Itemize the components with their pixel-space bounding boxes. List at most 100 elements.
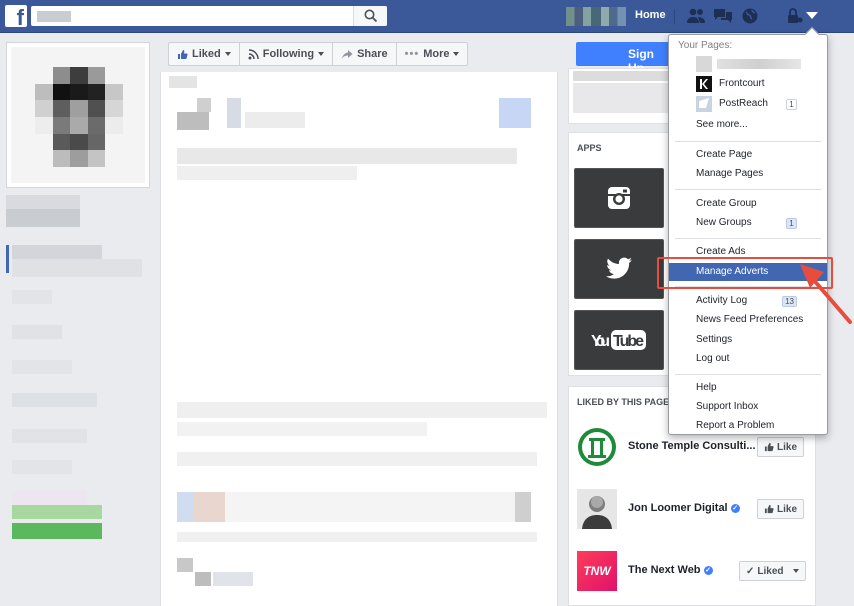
apps-header: APPS — [577, 143, 602, 153]
like-button-label: Like — [777, 441, 798, 453]
liked-page-name-text: The Next Web — [628, 564, 701, 576]
instagram-app-tile[interactable] — [574, 168, 664, 228]
stone-temple-logo-icon[interactable] — [577, 427, 617, 467]
liked-page-item: Jon Loomer Digital ✓ Like — [577, 489, 809, 535]
menu-item-log-out[interactable]: Log out — [669, 350, 827, 368]
facebook-logo-letter: f — [16, 5, 24, 30]
youtube-app-tile[interactable]: You Tube — [574, 310, 664, 370]
share-button[interactable]: Share — [332, 42, 397, 66]
checkmark-icon: ✓ — [746, 565, 755, 577]
messages-icon[interactable] — [713, 7, 733, 25]
liked-page-item: TNW The Next Web ✓ ✓ Liked — [577, 551, 809, 597]
account-dropdown-menu: Your Pages: Frontcourt PostReach 1 See m… — [668, 26, 828, 435]
following-dropdown-caret-icon — [318, 52, 325, 56]
home-link[interactable]: Home — [635, 9, 666, 21]
thumbs-up-icon — [764, 442, 774, 452]
svg-text:You: You — [591, 333, 610, 350]
thumbs-up-icon — [178, 49, 188, 59]
menu-item-settings[interactable]: Settings — [669, 331, 827, 349]
like-page-button[interactable]: Like — [757, 499, 805, 519]
verified-badge-icon: ✓ — [730, 504, 740, 513]
menu-separator — [675, 141, 821, 142]
like-page-button[interactable]: Like — [757, 437, 805, 457]
page-name-blurred — [717, 59, 801, 69]
notifications-globe-icon[interactable] — [740, 7, 760, 25]
more-dots-icon: ••• — [404, 48, 420, 60]
search-icon — [364, 9, 378, 23]
see-more-pages-link[interactable]: See more... — [669, 116, 827, 134]
left-page-navigation-blurred — [6, 195, 156, 575]
new-groups-badge: 1 — [786, 218, 797, 229]
menu-item-help[interactable]: Help — [669, 379, 827, 397]
menu-separator — [675, 189, 821, 190]
twitter-app-tile[interactable] — [574, 239, 664, 299]
postreach-logo-icon — [696, 96, 712, 112]
frontcourt-logo-icon — [696, 76, 712, 92]
more-label: More — [423, 48, 450, 60]
news-feed-column-blurred — [160, 72, 558, 606]
page-avatar-blurred — [696, 56, 712, 72]
top-navigation-bar: f Home — [0, 0, 854, 33]
menu-separator — [675, 374, 821, 375]
liked-button-label: Liked — [757, 565, 784, 577]
search-input[interactable] — [31, 6, 387, 26]
facebook-logo[interactable]: f — [5, 5, 27, 30]
profile-link-blurred[interactable] — [566, 7, 626, 26]
menu-item-create-group[interactable]: Create Group — [669, 195, 827, 213]
share-arrow-icon — [342, 49, 353, 59]
liked-button[interactable]: Liked — [168, 42, 240, 66]
liked-page-button[interactable]: ✓ Liked — [739, 561, 806, 581]
feed-post-photo-blurred[interactable] — [177, 196, 547, 392]
liked-page-name[interactable]: The Next Web ✓ — [628, 564, 713, 576]
activity-log-badge: 13 — [782, 296, 797, 307]
page-item-frontcourt[interactable]: Frontcourt — [669, 75, 827, 93]
liked-dropdown-caret-icon — [224, 52, 231, 56]
menu-item-report-a-problem[interactable]: Report a Problem — [669, 417, 827, 435]
tnw-logo-text: TNW — [583, 564, 611, 578]
liked-page-name-text: Jon Loomer Digital — [628, 502, 728, 514]
page-notification-badge: 1 — [786, 99, 797, 110]
svg-text:Tube: Tube — [613, 333, 644, 350]
menu-item-manage-pages[interactable]: Manage Pages — [669, 165, 827, 183]
search-button[interactable] — [353, 6, 387, 26]
liked-by-this-page-header: LIKED BY THIS PAGE — [577, 397, 670, 407]
the-next-web-logo[interactable]: TNW — [577, 551, 617, 591]
menu-item-create-page[interactable]: Create Page — [669, 146, 827, 164]
page-name-label: Frontcourt — [719, 78, 765, 89]
following-label: Following — [262, 48, 315, 60]
jon-loomer-avatar[interactable] — [577, 489, 617, 529]
page-action-bar: Liked Following Share ••• More — [168, 42, 469, 66]
friend-requests-icon[interactable] — [686, 7, 706, 25]
liked-page-name[interactable]: Jon Loomer Digital ✓ — [628, 502, 740, 514]
more-dropdown-caret-icon — [453, 52, 460, 56]
profile-picture-blurred[interactable] — [11, 47, 145, 183]
liked-label: Liked — [192, 48, 221, 60]
menu-item-label: Activity Log — [696, 295, 748, 306]
page-item-postreach[interactable]: PostReach 1 — [669, 95, 827, 113]
your-pages-header: Your Pages: — [678, 40, 733, 51]
sign-up-button[interactable]: Sign Up — [576, 42, 670, 75]
privacy-shortcuts-lock-icon[interactable] — [784, 7, 804, 25]
annotation-arrow-icon — [800, 264, 852, 324]
page-name-label: PostReach — [719, 98, 768, 109]
instagram-icon — [608, 187, 630, 209]
thumbs-up-icon — [764, 504, 774, 514]
account-menu-chevron-down-icon[interactable] — [805, 11, 819, 21]
youtube-icon: You Tube — [591, 330, 646, 350]
more-button[interactable]: ••• More — [395, 42, 469, 66]
liked-page-name[interactable]: Stone Temple Consulti... — [628, 440, 756, 452]
verified-badge-icon: ✓ — [703, 566, 713, 575]
liked-page-name-text: Stone Temple Consulti... — [628, 440, 756, 452]
share-label: Share — [357, 48, 388, 60]
profile-picture-frame — [6, 42, 150, 188]
twitter-icon — [606, 257, 632, 279]
page-item-blurred[interactable] — [669, 55, 827, 73]
menu-item-label: New Groups — [696, 217, 752, 228]
menu-item-support-inbox[interactable]: Support Inbox — [669, 398, 827, 416]
like-button-label: Like — [777, 503, 798, 515]
search-query-blurred — [37, 11, 71, 22]
menu-item-new-groups[interactable]: New Groups 1 — [669, 214, 827, 232]
liked-dropdown-caret-icon — [792, 569, 799, 573]
following-button[interactable]: Following — [238, 42, 334, 66]
topbar-divider — [674, 9, 675, 24]
